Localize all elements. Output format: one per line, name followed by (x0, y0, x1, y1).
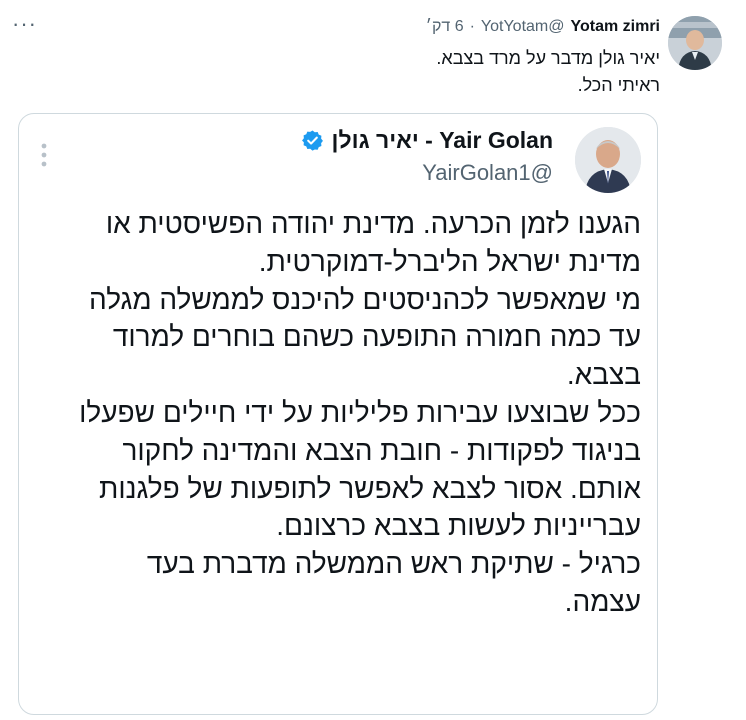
quoted-display-name[interactable]: Yair Golan - יאיר גולן (332, 127, 553, 154)
quoted-text-line: כרגיל - שתיקת ראש הממשלה מדברת בעד (146, 548, 641, 580)
tweet-text-line: יאיר גולן מדבר על מרד בצבא. (436, 48, 660, 68)
handle[interactable]: @YotYotam (481, 18, 565, 36)
quoted-text-line: מי שמאפשר לכהניסטים להיכנס לממשלה מגלה (89, 283, 641, 315)
quoted-text-line: עברייניות לעשות בצבא כרצונם. (276, 510, 641, 542)
quoted-text-line: בניגוד לפקודות - חובת הצבא והמדינה לחקור (122, 434, 641, 466)
more-vertical-icon[interactable] (39, 142, 49, 168)
outer-tweet-header: Yotam zimri @YotYotam · 6 דק׳ (60, 18, 660, 36)
tweet-text-line: ראיתי הכל. (577, 75, 660, 95)
quoted-text-line: עצמה. (564, 585, 641, 617)
quoted-tweet-card[interactable]: Yair Golan - יאיר גולן @YairGolan1 הגענו… (18, 113, 658, 715)
quoted-avatar-image (575, 127, 641, 193)
quoted-text-line: ככל שבוצעו עבירות פליליות על ידי חיילים … (79, 396, 641, 428)
avatar[interactable] (668, 16, 722, 70)
quoted-text-line: אותם. אסור לצבא לאפשר לתופעות של פלגנות (99, 472, 641, 504)
quoted-text-line: מדינת ישראל הליברל-דמוקרטית. (258, 245, 641, 277)
quoted-tweet-text: הגענו לזמן הכרעה. מדינת יהודה הפשיסטית א… (41, 205, 641, 621)
quoted-name-row: Yair Golan - יאיר גולן (53, 127, 553, 154)
quoted-text-line: עד כמה חמורה התופעה כשהם בוחרים למרוד (112, 321, 641, 353)
quoted-avatar[interactable] (575, 127, 641, 193)
display-name[interactable]: Yotam zimri (571, 18, 661, 36)
tweet-text: יאיר גולן מדבר על מרד בצבא. ראיתי הכל. (60, 45, 660, 99)
more-options-icon[interactable]: ··· (12, 13, 36, 38)
quoted-text-line: בצבא. (566, 359, 641, 391)
timestamp[interactable]: 6 דק׳ (426, 18, 464, 36)
separator-dot: · (469, 18, 475, 35)
verified-badge-icon (301, 130, 323, 151)
quoted-handle[interactable]: @YairGolan1 (53, 160, 553, 186)
avatar-image (668, 16, 722, 70)
quoted-text-line: הגענו לזמן הכרעה. מדינת יהודה הפשיסטית א… (105, 208, 641, 239)
